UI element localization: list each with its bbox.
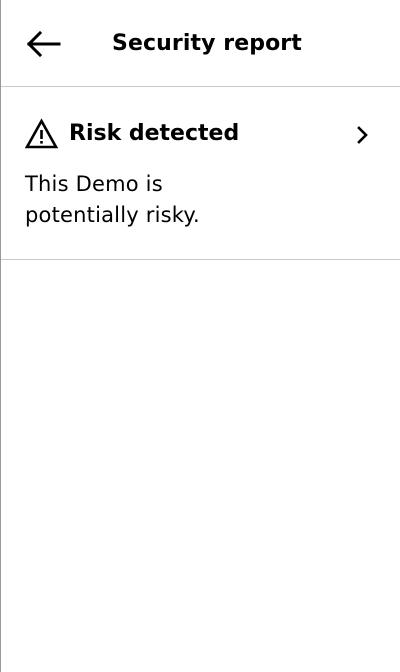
back-button[interactable] — [25, 28, 65, 60]
warning-triangle-icon — [25, 118, 58, 149]
arrow-left-icon — [26, 31, 61, 57]
top-bar: Security report — [1, 0, 400, 87]
risk-title: Risk detected — [69, 121, 240, 146]
page-title: Security report — [112, 31, 302, 56]
chevron-right-icon[interactable] — [353, 125, 373, 145]
risk-header: Risk detected — [25, 118, 239, 150]
risk-detected-item[interactable]: Risk detected This Demo is potentially r… — [1, 87, 400, 260]
risk-description: This Demo is potentially risky. — [25, 172, 200, 227]
